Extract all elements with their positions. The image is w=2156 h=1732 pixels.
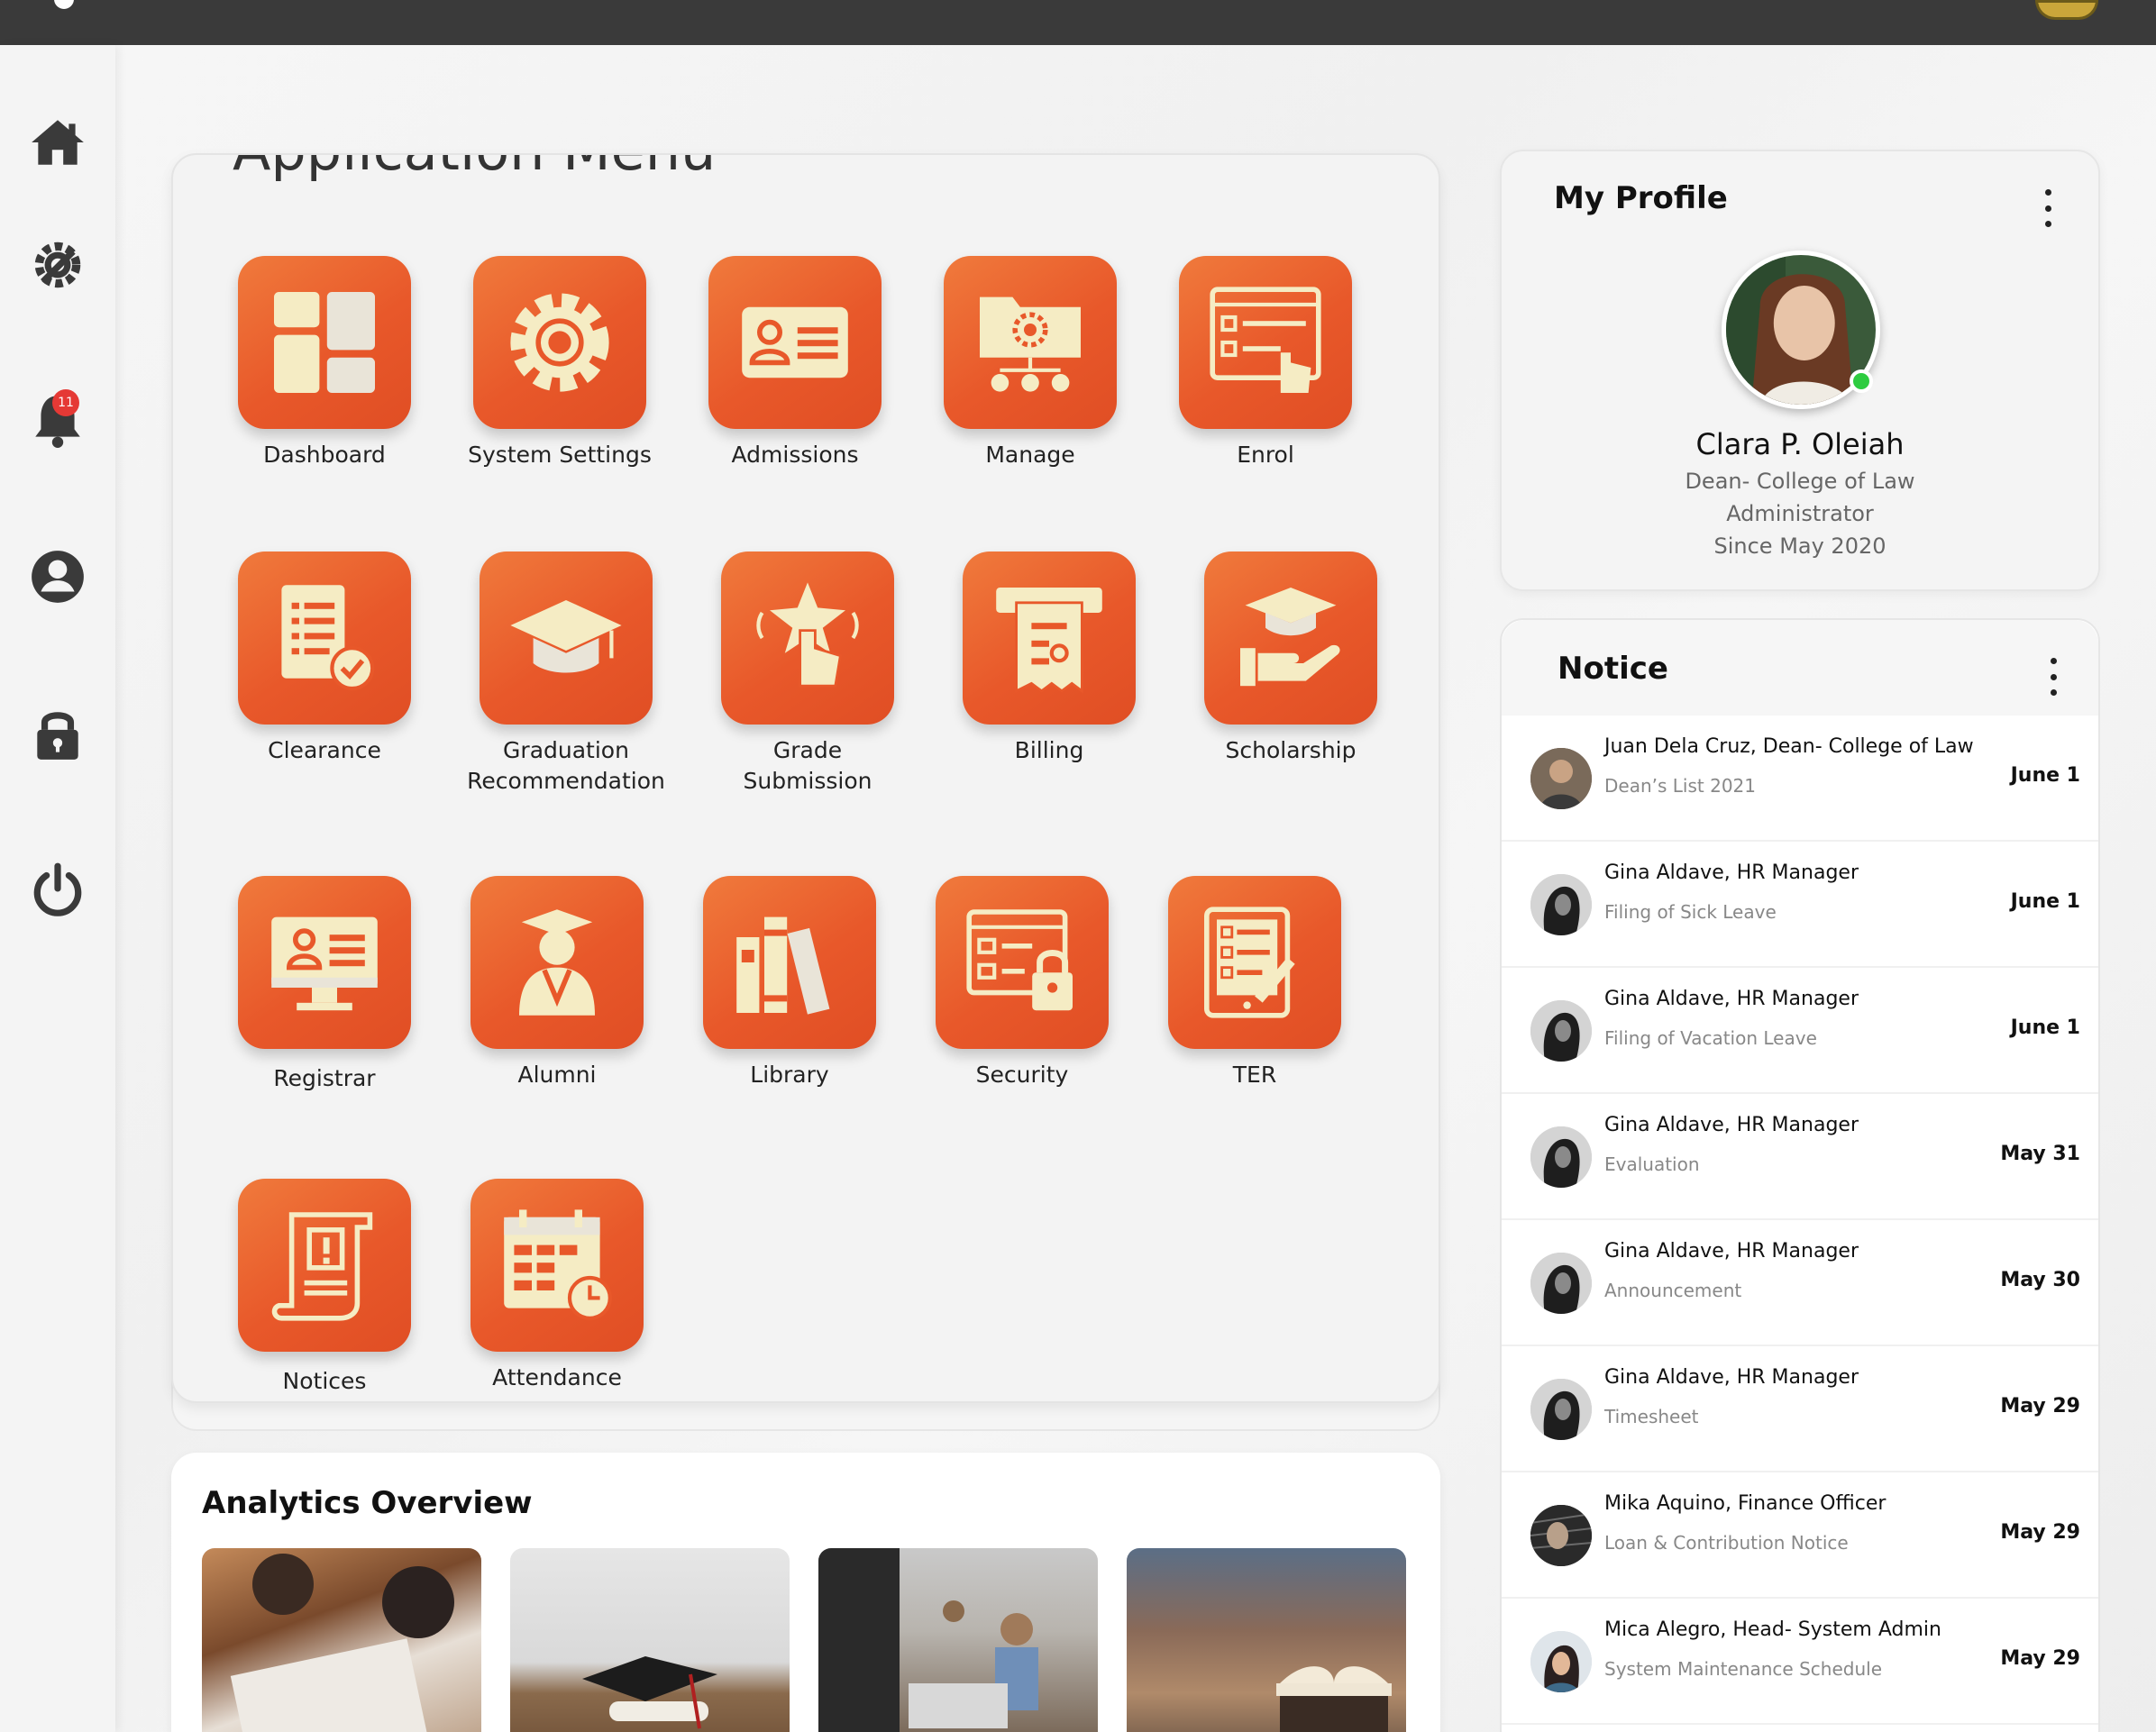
- analytics-title: Analytics Overview: [202, 1485, 533, 1521]
- form-lock-icon: [966, 909, 1073, 1011]
- app-security[interactable]: Security: [896, 876, 1148, 1090]
- notification-badge: 11: [52, 389, 79, 416]
- app-grade-submission[interactable]: Grade Submission: [681, 552, 934, 797]
- notice-avatar: [1530, 1126, 1592, 1188]
- home-icon: [32, 120, 84, 165]
- notice-item[interactable]: Juan Dela Cruz, Dean- College of Law Dea…: [1502, 716, 2098, 842]
- app-alumni[interactable]: Alumni: [431, 876, 683, 1090]
- notice-item[interactable]: Gina Aldave, HR Manager Filing of Vacati…: [1502, 968, 2098, 1094]
- document-check-icon: [281, 585, 375, 691]
- monitor-id-icon: [271, 916, 378, 1011]
- sidebar-item-lock[interactable]: [25, 701, 90, 766]
- notice-avatar: [1530, 1253, 1592, 1314]
- analytics-thumbnail-graduation[interactable]: [510, 1548, 790, 1732]
- profile-since: Since May 2020: [1713, 533, 1886, 559]
- sidebar-item-home[interactable]: [25, 110, 90, 175]
- gear-icon: [510, 293, 609, 392]
- app-ter[interactable]: TER: [1128, 876, 1381, 1090]
- app-admissions[interactable]: Admissions: [669, 256, 921, 470]
- notice-avatar: [1530, 1379, 1592, 1440]
- app-logo: [54, 0, 74, 9]
- app-attendance[interactable]: Attendance: [431, 1179, 683, 1393]
- app-scholarship[interactable]: Scholarship: [1165, 552, 1417, 766]
- sidebar: 11: [0, 45, 115, 1732]
- classroom-lecture-image: [818, 1548, 1038, 1732]
- profile-name: Clara P. Oleiah: [1695, 427, 1905, 461]
- profile-position: Administrator: [1726, 501, 1874, 526]
- analytics-thumbnail-classroom[interactable]: [818, 1548, 1098, 1732]
- graduation-cap-icon: [510, 600, 622, 673]
- notice-avatar: [1530, 1000, 1592, 1062]
- dashboard-grid-icon: [274, 292, 375, 393]
- lock-icon: [37, 712, 78, 760]
- checklist-pointer-icon: [1210, 287, 1321, 393]
- sidebar-item-settings[interactable]: [25, 232, 90, 297]
- notice-item[interactable]: Mica Alegro, Head- System Admin System M…: [1502, 1599, 2098, 1725]
- students-studying-image: [230, 1554, 454, 1732]
- user-circle-icon: [32, 551, 84, 603]
- app-library[interactable]: Library: [663, 876, 916, 1090]
- calendar-clock-icon: [504, 1209, 612, 1320]
- analytics-thumbnail-students[interactable]: [202, 1548, 481, 1732]
- app-graduation-recommendation[interactable]: Graduation Recommendation: [440, 552, 692, 797]
- notice-item[interactable]: Gina Aldave, HR Manager Timesheet May 29: [1502, 1346, 2098, 1472]
- my-profile-card: My Profile Clara P. Oleiah Dean- College…: [1500, 150, 2100, 591]
- graduation-cap-diploma-image: [582, 1656, 717, 1729]
- analytics-thumbnail-library[interactable]: [1127, 1548, 1406, 1732]
- power-icon: [33, 862, 82, 916]
- graduate-person-icon: [519, 909, 595, 1016]
- analytics-overview-panel: Analytics Overview: [171, 1453, 1440, 1732]
- application-menu-title: Application Menu: [233, 155, 716, 183]
- app-system-settings[interactable]: System Settings: [434, 256, 686, 470]
- notice-avatar: [1530, 874, 1592, 935]
- notice-item[interactable]: Gina Aldave, HR Manager Evaluation May 3…: [1502, 1094, 2098, 1220]
- books-icon: [736, 916, 830, 1015]
- id-card-icon: [742, 306, 848, 378]
- notice-card: Notice Juan Dela Cruz, Dean- College of …: [1500, 618, 2100, 1732]
- app-clearance[interactable]: Clearance: [198, 552, 451, 766]
- profile-title: My Profile: [1554, 180, 1728, 216]
- app-billing[interactable]: Billing: [923, 552, 1175, 766]
- notice-item[interactable]: Mika Aquino, Finance Officer Loan & Cont…: [1502, 1472, 2098, 1599]
- wrench-gear-icon: [34, 242, 81, 288]
- profile-role: Dean- College of Law: [1685, 469, 1915, 494]
- application-menu-panel: Application Menu Dashboard System Settin…: [171, 153, 1440, 1403]
- notice-item[interactable]: Gina Aldave, HR Manager Announcement May…: [1502, 1220, 2098, 1346]
- book-stack-image: [1276, 1666, 1392, 1732]
- sidebar-item-notifications[interactable]: 11: [25, 387, 90, 452]
- online-status-indicator: [1850, 369, 1873, 393]
- folder-gear-users-icon: [980, 296, 1081, 392]
- notice-avatar: [1530, 748, 1592, 809]
- profile-more-options-icon[interactable]: [2042, 189, 2053, 227]
- notice-avatar: [1530, 1631, 1592, 1692]
- app-enrol[interactable]: Enrol: [1139, 256, 1392, 470]
- top-bar: [0, 0, 2156, 45]
- hand-cap-icon: [1240, 588, 1340, 687]
- app-dashboard[interactable]: Dashboard: [198, 256, 451, 470]
- tablet-checklist-pen-icon: [1204, 907, 1295, 1018]
- notice-avatar: [1530, 1505, 1592, 1566]
- notice-item[interactable]: Gina Aldave, HR Manager Filing of Sick L…: [1502, 842, 2098, 968]
- sidebar-item-logout[interactable]: [25, 858, 90, 923]
- star-tap-icon: [756, 582, 859, 688]
- scroll-notice-icon: [271, 1212, 373, 1321]
- receipt-printer-icon: [996, 588, 1102, 694]
- notice-more-options-icon[interactable]: [2048, 658, 2059, 696]
- app-notices[interactable]: Notices: [198, 1179, 451, 1397]
- app-manage[interactable]: Manage: [904, 256, 1156, 470]
- sidebar-item-account[interactable]: [25, 544, 90, 609]
- app-registrar[interactable]: Registrar: [198, 876, 451, 1094]
- institution-crest: [2035, 0, 2098, 20]
- notice-title: Notice: [1558, 651, 1668, 687]
